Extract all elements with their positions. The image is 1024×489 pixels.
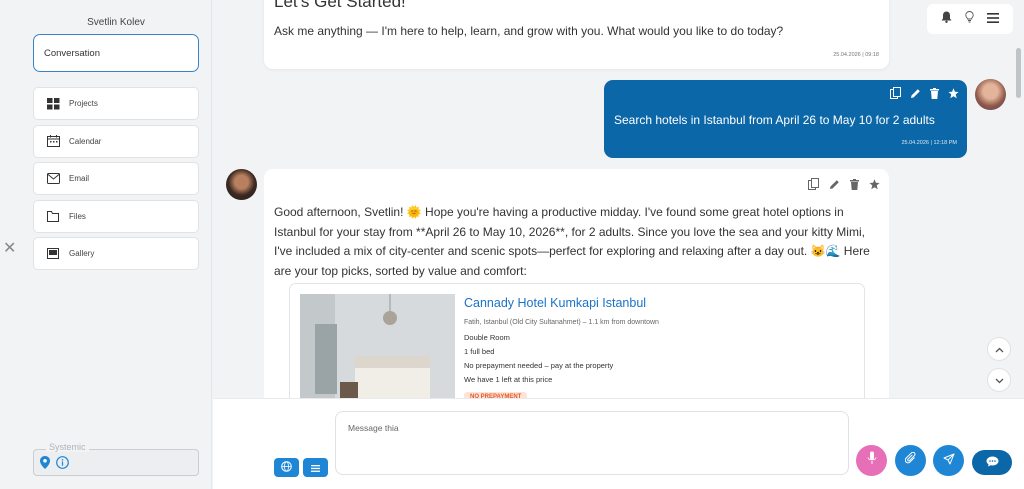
user-avatar	[975, 79, 1006, 110]
paperclip-icon	[904, 451, 917, 470]
sidebar-item-email[interactable]: Email	[33, 162, 199, 195]
info-icon[interactable]	[56, 456, 69, 474]
menu-icon[interactable]	[986, 10, 999, 28]
chat-bubble-icon	[986, 454, 999, 472]
calendar-icon	[46, 135, 60, 147]
list-icon	[311, 459, 320, 477]
assistant-message-text: Good afternoon, Svetlin! 🌞 Hope you're h…	[274, 205, 870, 278]
hotel-location: Fatih, Istanbul (Old City Sultanahmet) –…	[464, 319, 659, 326]
chevron-down-icon	[995, 371, 1004, 389]
user-name: Svetlin Kolev	[87, 17, 145, 28]
systemic-label: Systemic	[46, 442, 89, 452]
trash-icon[interactable]	[850, 177, 859, 195]
hotel-payment: No prepayment needed – pay at the proper…	[464, 361, 614, 370]
conversation-button[interactable]: Conversation	[33, 34, 199, 72]
greeting-timestamp: 25.04.2026 | 09:18	[833, 52, 879, 58]
folder-icon	[46, 210, 60, 222]
greeting-card: Let's Get Started! Ask me anything — I'm…	[264, 0, 889, 69]
edit-icon[interactable]	[910, 86, 921, 104]
top-toolbar	[927, 4, 1013, 34]
scroll-down-button[interactable]	[987, 368, 1011, 392]
assistant-message-actions	[808, 177, 880, 195]
bell-icon[interactable]	[941, 10, 952, 28]
sidebar-item-label: Files	[69, 211, 86, 221]
sidebar-item-gallery[interactable]: Gallery	[33, 237, 199, 270]
star-icon[interactable]	[948, 86, 959, 104]
greeting-text: Ask me anything — I'm here to help, lear…	[274, 24, 784, 38]
hotel-name-link[interactable]: Cannady Hotel Kumkapi Istanbul	[464, 296, 646, 310]
send-button[interactable]	[933, 445, 964, 476]
sidebar-nav: Projects Calendar Email Files Gallery	[33, 87, 199, 275]
sidebar-item-label: Calendar	[69, 136, 102, 146]
options-button[interactable]	[303, 458, 328, 477]
location-pin-icon[interactable]	[40, 456, 50, 474]
globe-icon	[281, 459, 292, 477]
close-icon[interactable]: ✕	[3, 238, 16, 258]
hotel-room-type: Double Room	[464, 333, 510, 342]
user-message-actions	[890, 86, 959, 104]
scrollbar-thumb[interactable]	[1016, 48, 1021, 98]
user-message-bubble: Search hotels in Istanbul from April 26 …	[604, 80, 967, 158]
sidebar-item-label: Email	[69, 174, 90, 183]
sidebar-item-label: Projects	[69, 99, 98, 108]
sidebar-item-projects[interactable]: Projects	[33, 87, 199, 120]
microphone-button[interactable]	[856, 445, 887, 476]
message-input[interactable]: Message thia	[335, 411, 849, 475]
globe-button[interactable]	[274, 458, 299, 477]
scroll-up-button[interactable]	[987, 337, 1011, 361]
systemic-icons	[40, 456, 69, 474]
sidebar-item-calendar[interactable]: Calendar	[33, 124, 199, 158]
assistant-avatar	[226, 169, 257, 200]
hotel-availability: We have 1 left at this price	[464, 375, 553, 384]
user-message-text: Search hotels in Istanbul from April 26 …	[614, 113, 935, 127]
chevron-up-icon	[995, 340, 1004, 358]
trash-icon[interactable]	[930, 86, 939, 104]
sidebar-item-files[interactable]: Files	[33, 199, 199, 233]
hotel-bed: 1 full bed	[464, 347, 495, 356]
user-message-timestamp: 25.04.2026 | 12:18 PM	[901, 140, 957, 146]
chat-fab-button[interactable]	[972, 450, 1012, 475]
microphone-icon	[867, 451, 877, 470]
greeting-title: Let's Get Started!	[274, 0, 406, 11]
sidebar: Svetlin Kolev Conversation Projects Cale…	[0, 0, 212, 489]
edit-icon[interactable]	[829, 177, 840, 195]
grid-icon	[46, 97, 60, 110]
star-icon[interactable]	[869, 177, 880, 195]
mail-icon	[46, 173, 60, 185]
image-icon	[46, 248, 60, 260]
attach-button[interactable]	[895, 445, 926, 476]
copy-icon[interactable]	[890, 86, 901, 104]
sidebar-item-label: Gallery	[69, 249, 95, 258]
lightbulb-icon[interactable]	[965, 10, 974, 28]
copy-icon[interactable]	[808, 177, 819, 195]
send-icon	[943, 452, 955, 470]
